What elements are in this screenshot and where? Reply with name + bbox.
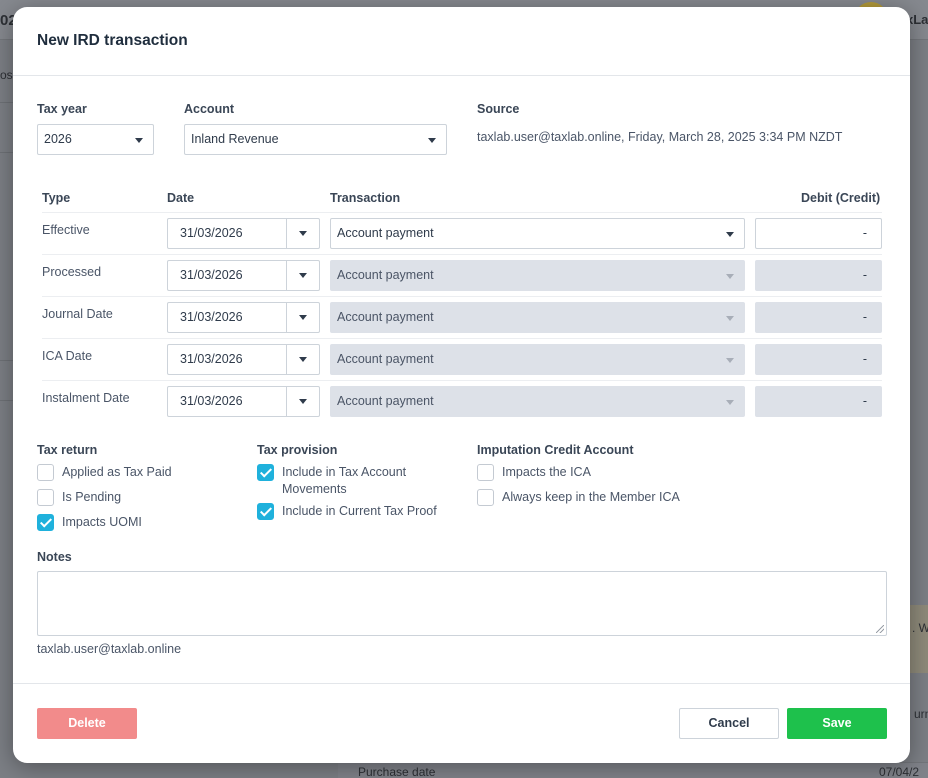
include-in-current-tax-proof-label: Include in Current Tax Proof	[282, 504, 437, 518]
chevron-down-icon	[726, 358, 734, 363]
applied-as-tax-paid-checkbox[interactable]	[37, 464, 54, 481]
date-dropdown-button[interactable]	[286, 345, 319, 374]
include-in-current-tax-proof-checkbox[interactable]	[257, 503, 274, 520]
row-type-instalment-date: Instalment Date	[42, 391, 130, 405]
processed-debit-input: -	[755, 260, 882, 291]
date-value: 31/03/2026	[180, 226, 243, 240]
chevron-down-icon	[428, 138, 436, 143]
row-type-effective: Effective	[42, 223, 90, 237]
account-label: Account	[184, 102, 234, 116]
transaction-value: Account payment	[337, 268, 434, 282]
row-divider	[42, 296, 882, 297]
ica-date-picker[interactable]: 31/03/2026	[167, 344, 320, 375]
chevron-down-icon	[726, 316, 734, 321]
date-dropdown-button[interactable]	[286, 261, 319, 290]
source-label: Source	[477, 102, 520, 116]
background-text: 07/04/2	[879, 765, 920, 778]
instalment-debit-input: -	[755, 386, 882, 417]
tax-year-value: 2026	[44, 132, 72, 146]
notes-label: Notes	[37, 550, 72, 564]
instalment-date-picker[interactable]: 31/03/2026	[167, 386, 320, 417]
account-value: Inland Revenue	[191, 132, 279, 146]
notes-textarea[interactable]	[37, 571, 887, 636]
transaction-value: Account payment	[337, 394, 434, 408]
row-type-ica-date: ICA Date	[42, 349, 93, 363]
type-header: Type	[42, 191, 71, 205]
chevron-down-icon	[299, 399, 307, 404]
tax-year-label: Tax year	[37, 102, 87, 116]
date-header: Date	[167, 191, 195, 205]
effective-date-picker[interactable]: 31/03/2026	[167, 218, 320, 249]
dialog-title: New IRD transaction	[37, 32, 188, 49]
impacts-uomi-label: Impacts UOMI	[62, 515, 142, 529]
date-dropdown-button[interactable]	[286, 303, 319, 332]
account-select[interactable]: Inland Revenue	[184, 124, 447, 155]
journal-transaction-select: Account payment	[330, 302, 745, 333]
row-divider	[42, 338, 882, 339]
date-value: 31/03/2026	[180, 394, 243, 408]
chevron-down-icon	[726, 274, 734, 279]
notes-author: taxlab.user@taxlab.online	[37, 642, 182, 656]
cancel-button[interactable]: Cancel	[679, 708, 779, 739]
chevron-down-icon	[299, 315, 307, 320]
transaction-header: Transaction	[330, 191, 401, 205]
always-keep-member-ica-checkbox[interactable]	[477, 489, 494, 506]
impacts-uomi-checkbox[interactable]	[37, 514, 54, 531]
date-dropdown-button[interactable]	[286, 219, 319, 248]
save-button[interactable]: Save	[787, 708, 887, 739]
delete-button[interactable]: Delete	[37, 708, 137, 739]
transaction-value: Account payment	[337, 310, 434, 324]
resize-grip-icon[interactable]	[876, 625, 884, 633]
debit-credit-header: Debit (Credit)	[801, 191, 881, 205]
row-divider	[42, 212, 882, 213]
chevron-down-icon	[135, 138, 143, 143]
tax-year-select[interactable]: 2026	[37, 124, 154, 155]
date-value: 31/03/2026	[180, 352, 243, 366]
source-value: taxlab.user@taxlab.online, Friday, March…	[477, 130, 843, 144]
journal-date-picker[interactable]: 31/03/2026	[167, 302, 320, 333]
ica-transaction-select: Account payment	[330, 344, 745, 375]
transaction-value: Account payment	[337, 352, 434, 366]
row-type-journal-date: Journal Date	[42, 307, 113, 321]
is-pending-label: Is Pending	[62, 490, 122, 504]
date-value: 31/03/2026	[180, 268, 243, 282]
dialog-header: New IRD transaction	[13, 7, 910, 76]
include-in-tax-account-movements-label: Include in Tax Account Movements	[282, 465, 407, 496]
applied-as-tax-paid-label: Applied as Tax Paid	[62, 465, 172, 479]
chevron-down-icon	[299, 357, 307, 362]
impacts-the-ica-checkbox[interactable]	[477, 464, 494, 481]
background-card	[910, 605, 928, 673]
include-in-tax-account-movements-checkbox[interactable]	[257, 464, 274, 481]
row-divider	[42, 254, 882, 255]
background-text: urn	[914, 707, 928, 721]
chevron-down-icon	[726, 400, 734, 405]
row-type-processed: Processed	[42, 265, 102, 279]
chevron-down-icon	[299, 231, 307, 236]
chevron-down-icon	[299, 273, 307, 278]
effective-transaction-select[interactable]: Account payment	[330, 218, 745, 249]
journal-debit-input: -	[755, 302, 882, 333]
date-value: 31/03/2026	[180, 310, 243, 324]
ica-debit-input: -	[755, 344, 882, 375]
chevron-down-icon	[726, 232, 734, 237]
tax-return-label: Tax return	[37, 443, 98, 457]
date-dropdown-button[interactable]	[286, 387, 319, 416]
effective-debit-input[interactable]: -	[755, 218, 882, 249]
row-divider	[42, 380, 882, 381]
instalment-transaction-select: Account payment	[330, 386, 745, 417]
processed-date-picker[interactable]: 31/03/2026	[167, 260, 320, 291]
always-keep-member-ica-label: Always keep in the Member ICA	[502, 490, 680, 504]
ica-group-label: Imputation Credit Account	[477, 443, 634, 457]
background-text: Purchase date	[358, 765, 436, 778]
processed-transaction-select: Account payment	[330, 260, 745, 291]
background-text: . W	[912, 621, 928, 635]
transaction-value: Account payment	[337, 226, 434, 240]
new-ird-transaction-dialog: New IRD transaction Tax year 2026 Accoun…	[13, 7, 910, 763]
tax-provision-label: Tax provision	[257, 443, 338, 457]
is-pending-checkbox[interactable]	[37, 489, 54, 506]
impacts-the-ica-label: Impacts the ICA	[502, 465, 591, 479]
